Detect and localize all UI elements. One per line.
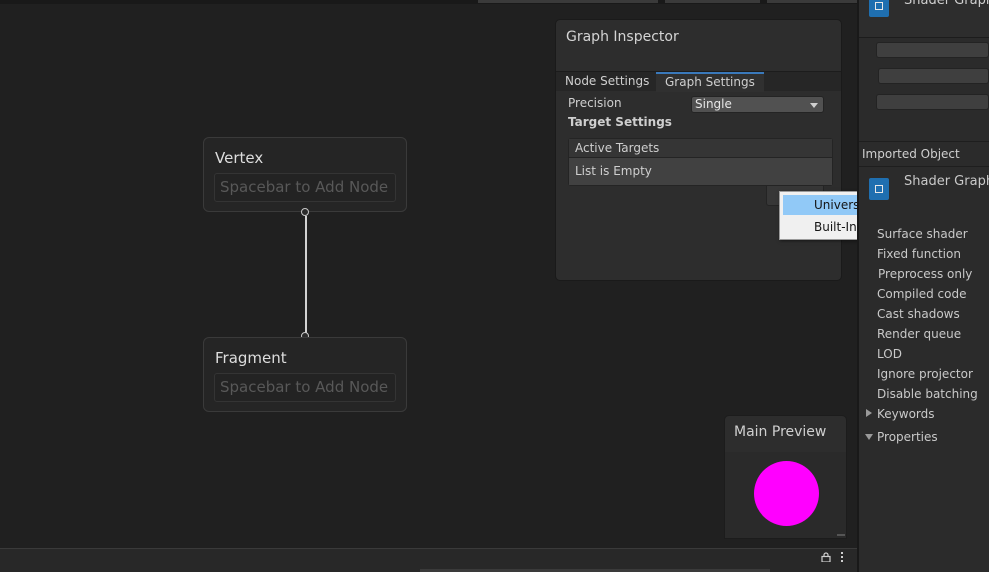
- preview-viewport[interactable]: [725, 452, 846, 538]
- expand-triangle-icon[interactable]: [866, 409, 872, 417]
- main-preview-panel[interactable]: Main Preview: [724, 415, 847, 539]
- chevron-down-icon: [810, 103, 818, 108]
- preview-sphere: [754, 461, 819, 526]
- lock-icon[interactable]: [821, 552, 831, 562]
- precision-value: Single: [695, 97, 732, 111]
- inspector-field[interactable]: [878, 68, 989, 84]
- row-surface-shader: Surface shader: [877, 227, 968, 241]
- top-toolbar-strip: [0, 0, 857, 4]
- active-targets-header: Active Targets: [569, 139, 832, 158]
- inspector-tab-bar: Node Settings Graph Settings: [556, 71, 841, 92]
- graph-inspector-title: Graph Inspector: [566, 29, 679, 45]
- row-render-queue: Render queue: [877, 327, 962, 341]
- asset-title: Shader Graph: [904, 0, 989, 8]
- row-cast-shadows: Cast shadows: [877, 307, 960, 321]
- vertex-add-node-slot[interactable]: Spacebar to Add Node: [214, 173, 396, 202]
- vertex-fragment-connection: [305, 216, 307, 334]
- inspector-field[interactable]: [876, 42, 989, 58]
- graph-inspector-panel: Graph Inspector Node Settings Graph Sett…: [555, 19, 842, 281]
- keywords-foldout[interactable]: Keywords: [877, 407, 935, 421]
- list-empty-text: List is Empty: [569, 158, 832, 185]
- row-ignore-projector: Ignore projector: [877, 367, 973, 381]
- main-preview-title: Main Preview: [734, 424, 827, 440]
- properties-foldout[interactable]: Properties: [877, 430, 938, 444]
- resize-handle[interactable]: [837, 534, 845, 536]
- fragment-add-node-slot[interactable]: Spacebar to Add Node: [214, 373, 396, 402]
- row-disable-batching: Disable batching: [877, 387, 978, 401]
- inspector-field[interactable]: [876, 94, 989, 110]
- target-settings-heading: Target Settings: [568, 115, 672, 129]
- tab-node-settings[interactable]: Node Settings: [556, 72, 658, 92]
- tab-graph-settings[interactable]: Graph Settings: [656, 72, 764, 92]
- shader-graph-asset-icon: [869, 178, 889, 200]
- active-targets-list: Active Targets List is Empty: [568, 138, 833, 186]
- precision-dropdown[interactable]: Single: [691, 96, 824, 113]
- imported-asset-title: Shader Graph: [904, 174, 989, 189]
- fragment-node[interactable]: Fragment Spacebar to Add Node: [203, 337, 407, 412]
- shader-graph-window: Vertex Spacebar to Add Node Fragment Spa…: [0, 0, 989, 572]
- inspector-header: Shader Graph: [859, 0, 989, 38]
- toolbar-tab[interactable]: [478, 0, 658, 3]
- imported-object-label: Imported Object: [862, 147, 960, 161]
- vertex-output-port[interactable]: [301, 208, 309, 216]
- vertex-node-title: Vertex: [215, 149, 264, 167]
- toolbar-tab[interactable]: [767, 0, 857, 3]
- row-fixed-function: Fixed function: [877, 247, 961, 261]
- row-preprocess-only: Preprocess only: [878, 267, 973, 281]
- vertex-node[interactable]: Vertex Spacebar to Add Node: [203, 137, 407, 212]
- row-compiled-code: Compiled code: [877, 287, 967, 301]
- inspector-window: Shader Graph Imported Object Shader Grap…: [859, 0, 989, 572]
- precision-label: Precision: [568, 96, 622, 110]
- row-lod: LOD: [877, 347, 902, 361]
- imported-object-header: Imported Object: [859, 141, 989, 167]
- shader-graph-asset-icon: [869, 0, 889, 17]
- collapse-triangle-icon[interactable]: [865, 434, 873, 440]
- fragment-node-title: Fragment: [215, 349, 287, 367]
- toolbar-tab[interactable]: [665, 0, 760, 3]
- more-options-icon[interactable]: [841, 551, 845, 564]
